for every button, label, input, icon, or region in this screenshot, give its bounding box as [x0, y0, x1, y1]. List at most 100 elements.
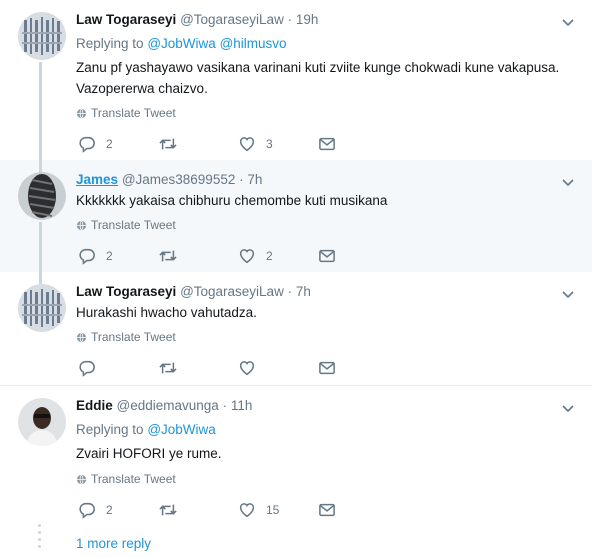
translate-tweet[interactable]: Translate Tweet — [76, 218, 176, 232]
retweet-button[interactable] — [158, 246, 188, 266]
tweet-text: Zvairi HOFORI ye rume. — [76, 443, 222, 464]
avatar[interactable] — [18, 12, 66, 60]
separator-dot: · — [287, 12, 293, 27]
separator-dot: · — [239, 172, 244, 187]
user-handle[interactable]: @TogaraseyiLaw — [180, 284, 284, 299]
tweet-text: Kkkkkkk yakaisa chibhuru chemombe kuti m… — [76, 190, 387, 211]
retweet-icon — [159, 250, 177, 262]
direct-message-button[interactable] — [318, 500, 336, 520]
replying-to: Replying to @JobWiwa — [76, 422, 216, 437]
tweet-header: Eddie @eddiemavunga · 11h — [76, 398, 252, 413]
reply-icon — [79, 136, 95, 153]
timestamp[interactable]: 7h — [247, 172, 262, 187]
tweet-text: Zanu pf yashayawo vasikana varinani kuti… — [76, 57, 559, 99]
reply-count: 2 — [106, 137, 113, 151]
tweet-actions: 2 3 — [76, 134, 356, 154]
thread-line — [39, 272, 42, 284]
like-button[interactable]: 2 — [238, 246, 273, 266]
chevron-down-icon[interactable] — [560, 174, 576, 190]
tweet-actions — [76, 358, 356, 378]
tweet-text-line: Kkkkkkk yakaisa chibhuru chemombe kuti m… — [76, 193, 388, 208]
avatar[interactable] — [18, 284, 66, 332]
chevron-down-icon[interactable] — [560, 400, 576, 416]
thread-line — [39, 62, 42, 160]
chevron-down-icon[interactable] — [560, 286, 576, 302]
replying-to: Replying to @JobWiwa @hilmusvo — [76, 36, 287, 51]
envelope-icon — [319, 361, 335, 375]
reply-button[interactable]: 2 — [78, 134, 113, 154]
timestamp[interactable]: 19h — [296, 12, 319, 27]
reply-button[interactable] — [78, 358, 106, 378]
timestamp[interactable]: 7h — [296, 284, 311, 299]
display-name[interactable]: James — [76, 172, 118, 187]
heart-icon — [239, 137, 255, 152]
globe-icon — [76, 332, 87, 342]
translate-label: Translate Tweet — [91, 218, 176, 232]
retweet-icon — [159, 138, 177, 150]
retweet-button[interactable] — [158, 134, 188, 154]
avatar-image — [18, 172, 66, 220]
display-name[interactable]: Eddie — [76, 398, 113, 413]
tweet-text: Hurakashi hwacho vahutadza. — [76, 302, 257, 323]
translate-tweet[interactable]: Translate Tweet — [76, 106, 176, 120]
replying-to-label: Replying to — [76, 36, 144, 51]
direct-message-button[interactable] — [318, 246, 336, 266]
like-count: 15 — [266, 503, 280, 517]
translate-tweet[interactable]: Translate Tweet — [76, 472, 176, 486]
reply-count: 2 — [106, 503, 113, 517]
mention-link[interactable]: @JobWiwa — [147, 36, 215, 51]
retweet-button[interactable] — [158, 358, 188, 378]
heart-icon — [239, 249, 255, 264]
retweet-icon — [159, 504, 177, 516]
tweet-header: Law Togaraseyi @TogaraseyiLaw · 19h — [76, 12, 318, 27]
reply-count: 2 — [106, 249, 113, 263]
user-handle[interactable]: @eddiemavunga — [117, 398, 219, 413]
direct-message-button[interactable] — [318, 134, 336, 154]
display-name[interactable]: Law Togaraseyi — [76, 284, 176, 299]
avatar-image — [18, 398, 66, 446]
like-count: 2 — [266, 249, 273, 263]
translate-label: Translate Tweet — [91, 330, 176, 344]
tweet[interactable]: Law Togaraseyi @TogaraseyiLaw · 7h Hurak… — [0, 272, 592, 384]
like-count: 3 — [266, 137, 273, 151]
user-handle[interactable]: @TogaraseyiLaw — [180, 12, 284, 27]
tweet-text-line: Vazopererwa chaizvo. — [76, 81, 208, 96]
translate-tweet[interactable]: Translate Tweet — [76, 330, 176, 344]
separator-dot: · — [222, 398, 228, 413]
avatar[interactable] — [18, 398, 66, 446]
more-replies-link[interactable]: 1 more reply — [76, 536, 151, 551]
chevron-down-icon[interactable] — [560, 14, 576, 30]
globe-icon — [76, 220, 87, 230]
user-handle[interactable]: @James38699552 — [122, 172, 236, 187]
timestamp[interactable]: 11h — [231, 398, 253, 413]
tweet[interactable]: Law Togaraseyi @TogaraseyiLaw · 19h Repl… — [0, 0, 592, 160]
thread-line — [39, 222, 42, 272]
reply-icon — [79, 248, 95, 265]
tweet[interactable]: Eddie @eddiemavunga · 11h Replying to @J… — [0, 386, 592, 534]
retweet-button[interactable] — [158, 500, 188, 520]
tweet-text-line: Hurakashi hwacho vahutadza. — [76, 305, 257, 320]
separator-dot: · — [287, 284, 293, 299]
tweet[interactable]: James @James38699552 · 7h Kkkkkkk yakais… — [0, 160, 592, 272]
direct-message-button[interactable] — [318, 358, 336, 378]
reply-icon — [79, 360, 95, 377]
reply-button[interactable]: 2 — [78, 500, 113, 520]
tweet-actions: 2 2 — [76, 246, 356, 266]
display-name[interactable]: Law Togaraseyi — [76, 12, 176, 27]
like-button[interactable]: 3 — [238, 134, 273, 154]
mention-link[interactable]: @hilmusvo — [220, 36, 287, 51]
mention-link[interactable]: @JobWiwa — [147, 422, 215, 437]
tweet-text-line: Zvairi HOFORI ye rume. — [76, 446, 222, 461]
retweet-icon — [159, 362, 177, 374]
reply-button[interactable]: 2 — [78, 246, 113, 266]
reply-icon — [79, 502, 95, 519]
like-button[interactable] — [238, 358, 266, 378]
like-button[interactable]: 15 — [238, 500, 279, 520]
thread-line — [39, 160, 42, 172]
heart-icon — [239, 361, 255, 376]
globe-icon — [76, 474, 87, 484]
avatar[interactable] — [18, 172, 66, 220]
translate-label: Translate Tweet — [91, 106, 176, 120]
heart-icon — [239, 503, 255, 518]
envelope-icon — [319, 249, 335, 263]
